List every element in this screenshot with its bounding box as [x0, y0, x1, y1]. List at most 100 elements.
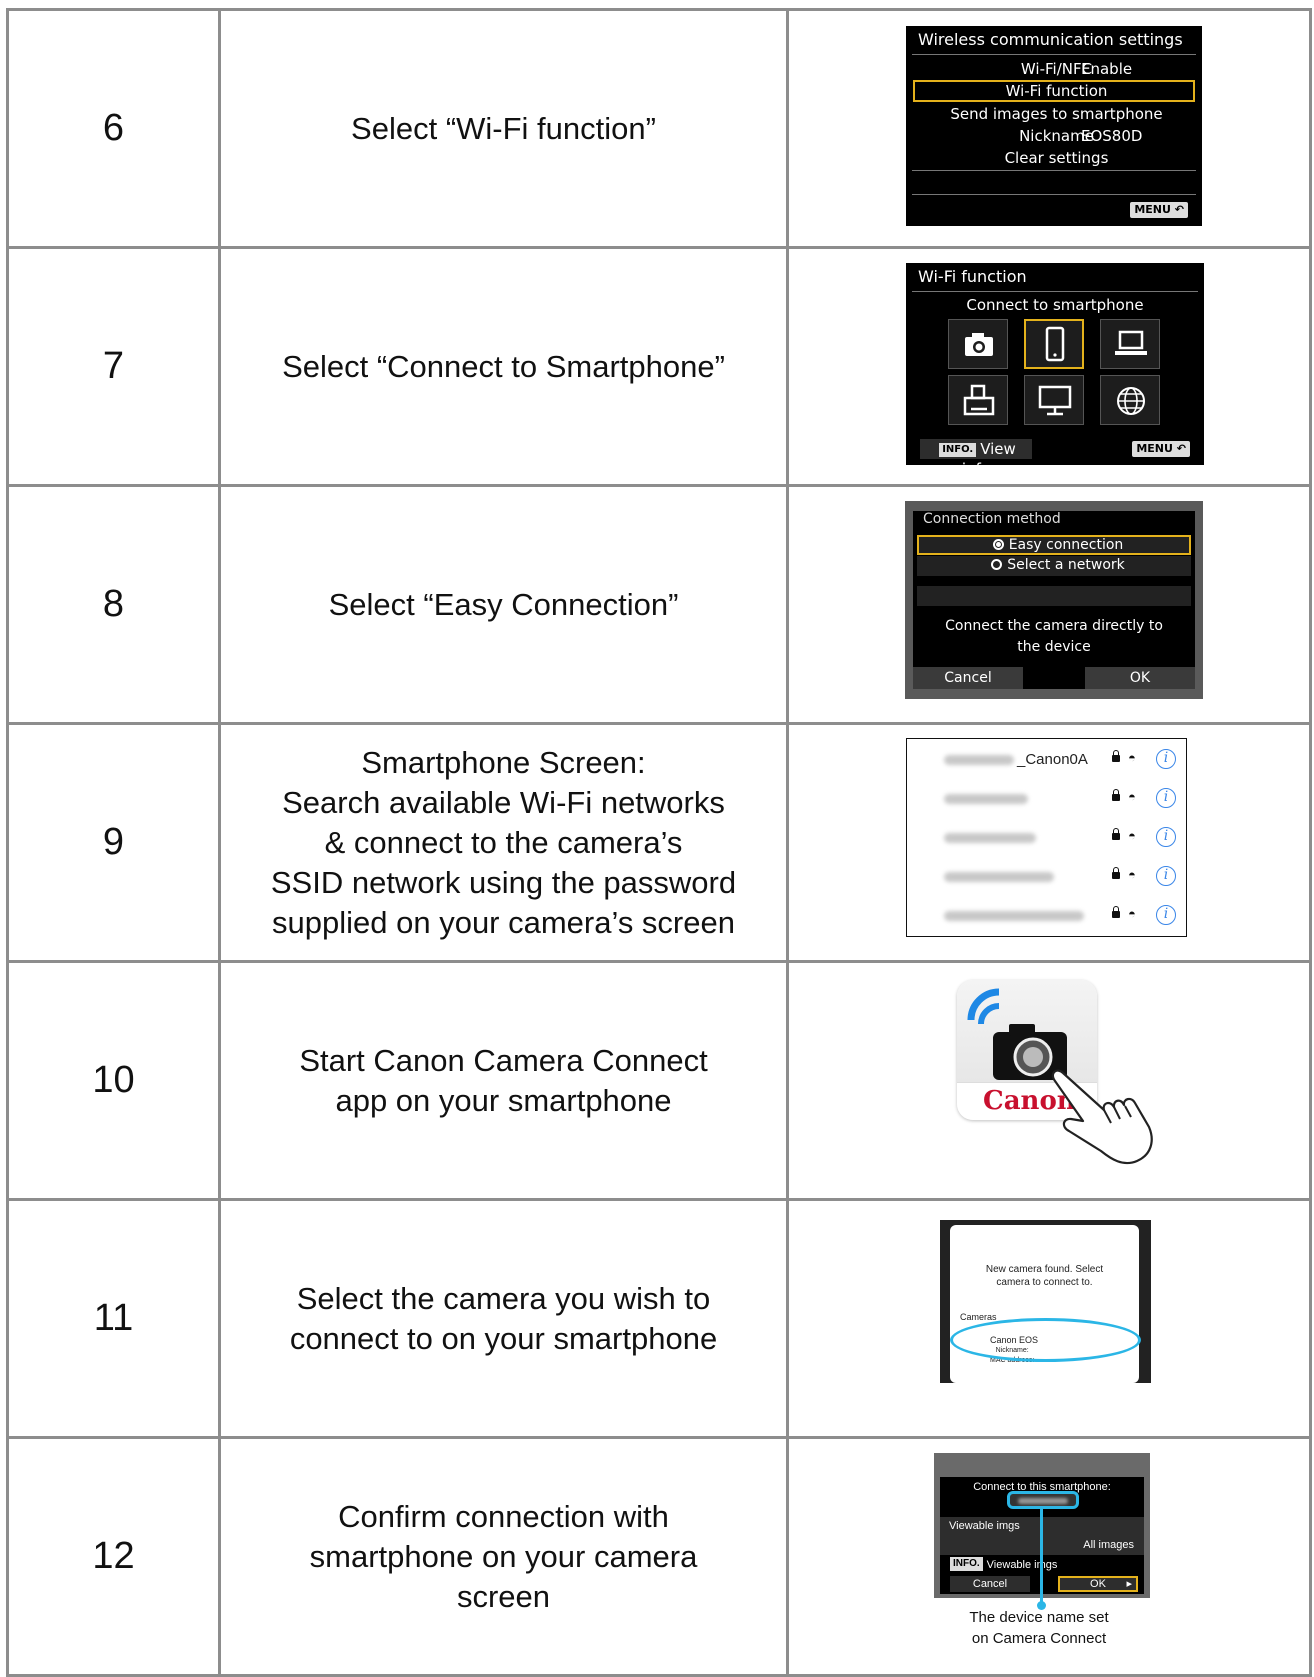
radio-icon	[991, 559, 1003, 570]
device-name-box	[1007, 1491, 1079, 1509]
step-instruction: Select “Easy Connection”	[218, 484, 789, 725]
device-name-caption: The device name set on Camera Connect	[969, 1609, 1109, 1647]
network-row[interactable]: ◓ i	[907, 780, 1186, 819]
wifi-function-screen: Wi-Fi function Connect to smartphone INF…	[906, 263, 1204, 478]
step-number: 10	[6, 960, 221, 1201]
divider	[912, 194, 1196, 195]
wifi-icon: ◓	[1128, 867, 1136, 882]
camera-found-screen: New camera found. Select camera to conne…	[940, 1220, 1151, 1383]
step-screenshot: Connect to this smartphone: Viewable img…	[786, 1436, 1312, 1677]
step-instruction: Select “Connect to Smartphone”	[218, 246, 789, 487]
wifi-icon: ◓	[1128, 906, 1136, 921]
lock-icon	[1112, 789, 1120, 801]
wifi-icon: ◓	[1128, 789, 1136, 804]
lock-icon	[1112, 828, 1120, 840]
all-images-value: All images	[1083, 1539, 1134, 1551]
ok-button[interactable]: OK	[1085, 667, 1195, 689]
blurred-ssid-prefix	[944, 755, 1014, 765]
ok-button[interactable]: OK	[1058, 1576, 1138, 1592]
highlight-ring	[950, 1318, 1141, 1362]
network-row[interactable]: _Canon0A ◓ i	[907, 741, 1186, 780]
step-instruction: Select the camera you wish to connect to…	[218, 1198, 789, 1439]
blurred-ssid	[944, 872, 1054, 882]
step-screenshot: Canon	[786, 960, 1312, 1201]
smartphone-icon[interactable]	[1024, 319, 1084, 369]
computer-icon[interactable]	[1100, 319, 1160, 369]
network-row[interactable]: ◓ i	[907, 819, 1186, 858]
step-row: 12 Confirm connection with smartphone on…	[6, 1436, 1312, 1677]
screen-title: Wireless communication settings	[918, 30, 1183, 49]
blurred-ssid	[944, 794, 1028, 804]
wifi-icon: ◓	[1128, 828, 1136, 843]
step-screenshot: Wi-Fi function Connect to smartphone INF…	[786, 246, 1312, 487]
globe-icon[interactable]	[1100, 375, 1160, 425]
menu-back-button[interactable]: MENU	[1132, 441, 1190, 457]
lock-icon	[1112, 867, 1120, 879]
menu-row-send-images[interactable]: Send images to smartphone	[913, 103, 1195, 125]
network-row[interactable]: ◓ i	[907, 858, 1186, 897]
info-badge: INFO.	[939, 443, 977, 457]
step-number: 9	[6, 722, 221, 963]
info-icon[interactable]: i	[1156, 905, 1176, 925]
cancel-button[interactable]: Cancel	[950, 1576, 1030, 1592]
camera-icon[interactable]	[948, 319, 1008, 369]
step-instruction: Start Canon Camera Connect app on your s…	[218, 960, 789, 1201]
screen-title: Connection method	[923, 511, 1061, 527]
step-row: 8 Select “Easy Connection” Connection me…	[6, 484, 1312, 725]
step-row: 10 Start Canon Camera Connect app on you…	[6, 960, 1312, 1201]
menu-row-value: Enable	[1081, 60, 1133, 78]
lock-icon	[1112, 750, 1120, 762]
blurred-ssid	[944, 911, 1084, 921]
wireless-settings-screen: Wireless communication settings Wi-Fi/NF…	[906, 26, 1202, 226]
step-row: 11 Select the camera you wish to connect…	[6, 1198, 1312, 1439]
steps-table: 6 Select “Wi-Fi function” Wireless commu…	[6, 8, 1312, 1677]
info-badge: INFO.	[950, 1557, 983, 1571]
menu-row-label: Clear settings	[1004, 149, 1109, 167]
view-info-button[interactable]: INFO. View info	[920, 439, 1032, 478]
printer-icon[interactable]	[948, 375, 1008, 425]
info-icon[interactable]: i	[1156, 749, 1176, 769]
option-select-network[interactable]: Select a network	[917, 556, 1191, 576]
connection-description: Connect the camera directly to the devic…	[945, 618, 1163, 655]
connection-method-panel: Connection method Easy connection Select…	[913, 511, 1195, 689]
wifi-network-list: _Canon0A ◓ i ◓ i ◓ i ◓ i ◓ i	[906, 738, 1187, 937]
step-row: 6 Select “Wi-Fi function” Wireless commu…	[6, 8, 1312, 249]
dialog-message: New camera found. Select camera to conne…	[985, 1264, 1104, 1288]
menu-row-clear-settings[interactable]: Clear settings	[913, 147, 1195, 169]
confirm-connection-screen: Connect to this smartphone: Viewable img…	[934, 1453, 1150, 1610]
radio-selected-icon	[992, 539, 1004, 550]
step-screenshot: Wireless communication settings Wi-Fi/NF…	[786, 8, 1312, 249]
info-icon[interactable]: i	[1156, 827, 1176, 847]
menu-row-value: EOS80D	[1081, 127, 1143, 145]
step-number: 8	[6, 484, 221, 725]
step-row: 9 Smartphone Screen: Search available Wi…	[6, 722, 1312, 963]
function-subtitle: Connect to smartphone	[966, 296, 1144, 314]
info-viewable-label: Viewable imgs	[986, 1559, 1058, 1571]
tapping-hand-icon	[1051, 1069, 1153, 1165]
menu-row-nickname[interactable]: Nickname EOS80D	[913, 125, 1195, 147]
network-ssid: _Canon0A	[1017, 751, 1088, 768]
info-icon[interactable]: i	[1156, 866, 1176, 886]
step-number: 11	[6, 1198, 221, 1439]
viewable-images-label: Viewable imgs	[949, 1520, 1020, 1532]
network-row[interactable]: ◓ i	[907, 897, 1186, 936]
step-screenshot: _Canon0A ◓ i ◓ i ◓ i ◓ i ◓ i	[786, 722, 1312, 963]
lock-icon	[1112, 906, 1120, 918]
step-instruction: Smartphone Screen: Search available Wi-F…	[218, 722, 789, 963]
option-easy-connection[interactable]: Easy connection	[917, 535, 1191, 555]
cancel-button[interactable]: Cancel	[913, 667, 1023, 689]
step-instruction: Confirm connection with smartphone on yo…	[218, 1436, 789, 1677]
step-screenshot: New camera found. Select camera to conne…	[786, 1198, 1312, 1439]
info-icon[interactable]: i	[1156, 788, 1176, 808]
menu-back-button[interactable]: MENU	[1130, 202, 1188, 218]
menu-row-wifi-function[interactable]: Wi-Fi function	[913, 80, 1195, 102]
step-screenshot: Connection method Easy connection Select…	[786, 484, 1312, 725]
menu-row-wifi-nfc[interactable]: Wi-Fi/NFC Enable	[913, 58, 1195, 80]
callout-line	[1037, 1506, 1046, 1610]
option-label: Easy connection	[1008, 537, 1124, 553]
monitor-icon[interactable]	[1024, 375, 1084, 425]
screen-title: Wi-Fi function	[918, 267, 1027, 286]
cameras-section-label: Cameras	[960, 1312, 997, 1322]
divider	[912, 291, 1198, 292]
wifi-icon: ◓	[1128, 750, 1136, 765]
